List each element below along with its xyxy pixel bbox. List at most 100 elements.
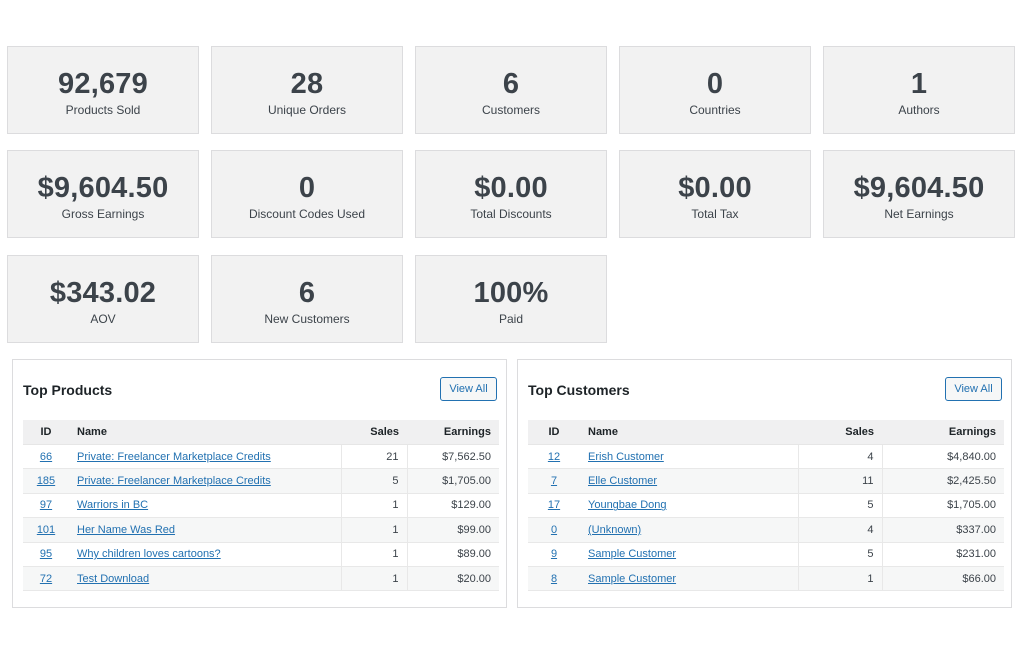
- stat-label: Discount Codes Used: [248, 207, 366, 221]
- stat-card-customers: 6 Customers: [415, 46, 607, 134]
- product-name-link[interactable]: Why children loves cartoons?: [77, 548, 221, 560]
- stat-card-total-tax: $0.00 Total Tax: [619, 150, 811, 238]
- customer-name-link[interactable]: Youngbae Dong: [588, 499, 667, 511]
- stat-card-total-discounts: $0.00 Total Discounts: [415, 150, 607, 238]
- stat-card-net-earnings: $9,604.50 Net Earnings: [823, 150, 1015, 238]
- panel-title: Top Customers: [528, 382, 630, 398]
- customer-id-link[interactable]: 7: [551, 475, 557, 487]
- customer-name-link[interactable]: (Unknown): [588, 524, 641, 536]
- stat-card-countries: 0 Countries: [619, 46, 811, 134]
- table-row: 101 Her Name Was Red 1 $99.00: [23, 517, 499, 543]
- stat-card-discount-codes-used: 0 Discount Codes Used: [211, 150, 403, 238]
- view-all-products-button[interactable]: View All: [440, 377, 497, 401]
- stat-card-paid: 100% Paid: [415, 255, 607, 343]
- stat-label: Countries: [689, 103, 741, 117]
- customer-name-link[interactable]: Erish Customer: [588, 451, 664, 463]
- column-header-id[interactable]: ID: [23, 420, 69, 445]
- customer-sales: 4: [798, 444, 883, 470]
- stat-card-products-sold: 92,679 Products Sold: [7, 46, 199, 134]
- table-header-row: ID Name Sales Earnings: [528, 420, 1004, 445]
- table-row: 7 Elle Customer 11 $2,425.50: [528, 468, 1004, 494]
- stat-value: $0.00: [474, 172, 548, 204]
- table-row: 12 Erish Customer 4 $4,840.00: [528, 444, 1004, 470]
- stat-card-unique-orders: 28 Unique Orders: [211, 46, 403, 134]
- customer-id-link[interactable]: 17: [548, 499, 560, 511]
- stat-label: New Customers: [264, 312, 350, 326]
- table-header-row: ID Name Sales Earnings: [23, 420, 499, 445]
- top-products-panel: Top Products View All ID Name Sales Earn…: [12, 359, 507, 608]
- product-earnings: $99.00: [407, 517, 499, 543]
- customer-earnings: $1,705.00: [882, 493, 1004, 519]
- product-name-link[interactable]: Her Name Was Red: [77, 524, 175, 536]
- customer-earnings: $4,840.00: [882, 444, 1004, 470]
- product-earnings: $89.00: [407, 542, 499, 567]
- product-name-link[interactable]: Private: Freelancer Marketplace Credits: [77, 475, 271, 487]
- table-row: 8 Sample Customer 1 $66.00: [528, 566, 1004, 592]
- table-row: 0 (Unknown) 4 $337.00: [528, 517, 1004, 543]
- column-header-name[interactable]: Name: [580, 420, 798, 445]
- customer-earnings: $337.00: [882, 517, 1004, 543]
- stat-value: $9,604.50: [853, 172, 985, 204]
- customer-earnings: $231.00: [882, 542, 1004, 567]
- table-row: 95 Why children loves cartoons? 1 $89.00: [23, 542, 499, 567]
- customer-id-link[interactable]: 8: [551, 573, 557, 585]
- stat-value: 6: [502, 68, 520, 100]
- stat-card-gross-earnings: $9,604.50 Gross Earnings: [7, 150, 199, 238]
- stat-label: Total Tax: [691, 207, 739, 221]
- column-header-earnings[interactable]: Earnings: [407, 420, 499, 445]
- customer-sales: 5: [798, 493, 883, 519]
- product-name-link[interactable]: Test Download: [77, 573, 149, 585]
- product-name-link[interactable]: Warriors in BC: [77, 499, 148, 511]
- column-header-sales[interactable]: Sales: [798, 420, 882, 445]
- customer-sales: 5: [798, 542, 883, 567]
- stat-value: $9,604.50: [37, 172, 169, 204]
- stat-label: AOV: [90, 312, 116, 326]
- product-sales: 21: [341, 444, 408, 470]
- column-header-sales[interactable]: Sales: [341, 420, 407, 445]
- table-row: 66 Private: Freelancer Marketplace Credi…: [23, 444, 499, 470]
- stat-label: Customers: [481, 103, 540, 117]
- product-sales: 1: [341, 566, 408, 592]
- stat-card-aov: $343.02 AOV: [7, 255, 199, 343]
- product-id-link[interactable]: 185: [37, 475, 55, 487]
- column-header-id[interactable]: ID: [528, 420, 580, 445]
- stat-value: 28: [290, 68, 324, 100]
- column-header-name[interactable]: Name: [69, 420, 341, 445]
- product-id-link[interactable]: 101: [37, 524, 55, 536]
- stat-value: $343.02: [49, 277, 157, 309]
- stat-card-authors: 1 Authors: [823, 46, 1015, 134]
- product-sales: 1: [341, 517, 408, 543]
- stat-value: 1: [910, 68, 928, 100]
- stat-value: 92,679: [58, 68, 148, 100]
- table-row: 185 Private: Freelancer Marketplace Cred…: [23, 468, 499, 494]
- customer-id-link[interactable]: 0: [551, 524, 557, 536]
- product-sales: 5: [341, 468, 408, 494]
- stat-value: $0.00: [678, 172, 752, 204]
- customer-name-link[interactable]: Elle Customer: [588, 475, 657, 487]
- customer-sales: 1: [798, 566, 883, 592]
- table-row: 72 Test Download 1 $20.00: [23, 566, 499, 592]
- stat-label: Products Sold: [65, 103, 141, 117]
- customer-name-link[interactable]: Sample Customer: [588, 548, 676, 560]
- product-id-link[interactable]: 72: [40, 573, 52, 585]
- customer-earnings: $66.00: [882, 566, 1004, 592]
- stat-card-new-customers: 6 New Customers: [211, 255, 403, 343]
- customer-name-link[interactable]: Sample Customer: [588, 573, 676, 585]
- product-sales: 1: [341, 542, 408, 567]
- product-name-link[interactable]: Private: Freelancer Marketplace Credits: [77, 451, 271, 463]
- product-id-link[interactable]: 97: [40, 499, 52, 511]
- product-earnings: $1,705.00: [407, 468, 499, 494]
- column-header-earnings[interactable]: Earnings: [882, 420, 1004, 445]
- product-earnings: $129.00: [407, 493, 499, 519]
- stat-label: Authors: [898, 103, 940, 117]
- product-earnings: $20.00: [407, 566, 499, 592]
- customer-earnings: $2,425.50: [882, 468, 1004, 494]
- view-all-customers-button[interactable]: View All: [945, 377, 1002, 401]
- stat-value: 0: [298, 172, 316, 204]
- customer-id-link[interactable]: 9: [551, 548, 557, 560]
- product-id-link[interactable]: 66: [40, 451, 52, 463]
- product-id-link[interactable]: 95: [40, 548, 52, 560]
- top-products-table: ID Name Sales Earnings 66 Private: Freel…: [23, 420, 499, 592]
- stat-label: Paid: [498, 312, 524, 326]
- customer-id-link[interactable]: 12: [548, 451, 560, 463]
